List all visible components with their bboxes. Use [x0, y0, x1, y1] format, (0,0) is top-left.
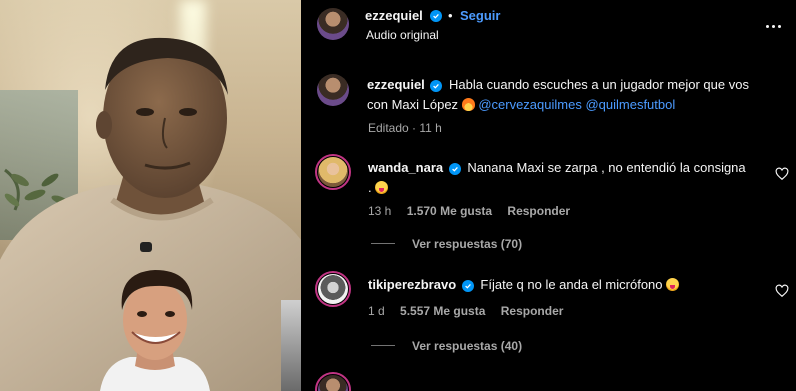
- fire-emoji-icon: [461, 98, 475, 111]
- background-person-edge: [281, 300, 301, 391]
- comment-likes[interactable]: 1.570 Me gusta: [407, 204, 492, 218]
- reply-button[interactable]: Responder: [507, 204, 570, 218]
- comment-text: wanda_nara Nanana Maxi se zarpa , no ent…: [368, 158, 768, 198]
- more-options-icon[interactable]: [763, 16, 783, 36]
- comment-avatar[interactable]: [318, 274, 348, 304]
- caption-text: ezzequiel Habla cuando escuches a un jug…: [367, 75, 787, 115]
- verified-badge-icon: [461, 280, 474, 292]
- comment-meta: 13 h 1.570 Me gusta Responder: [368, 204, 570, 218]
- post-media[interactable]: [0, 0, 301, 391]
- verified-badge-icon: [430, 80, 443, 92]
- replies-line: [371, 243, 395, 244]
- comment-meta: 1 d 5.557 Me gusta Responder: [368, 304, 563, 318]
- audio-label[interactable]: Audio original: [366, 28, 439, 42]
- follow-button[interactable]: Seguir: [460, 8, 500, 23]
- comment-username[interactable]: tikiperezbravo: [368, 277, 456, 292]
- post-panel: ezzequiel • Seguir Audio original ezzequ…: [301, 0, 796, 391]
- caption-meta: Editado · 11 h: [368, 121, 442, 135]
- caption-tag-cervezaquilmes[interactable]: @cervezaquilmes: [478, 97, 582, 112]
- tongue-emoji-icon: [666, 278, 680, 291]
- comment-body-line2: .: [368, 180, 372, 195]
- caption-avatar[interactable]: [317, 74, 349, 106]
- caption-body: Habla cuando escuches a un jugador mejor…: [449, 77, 749, 92]
- comment-time: 1 d: [368, 304, 385, 318]
- verified-badge-icon: [448, 163, 461, 175]
- comment-avatar[interactable]: [318, 157, 348, 187]
- replies-line: [371, 345, 395, 346]
- author-avatar[interactable]: [317, 8, 349, 40]
- comment-body: Fíjate q no le anda el micrófono: [480, 277, 663, 292]
- caption-username[interactable]: ezzequiel: [367, 77, 425, 92]
- heart-icon[interactable]: [775, 167, 789, 181]
- comment-body: Nanana Maxi se zarpa , no entendió la co…: [467, 160, 746, 175]
- comment-username[interactable]: wanda_nara: [368, 160, 443, 175]
- comment-time: 13 h: [368, 204, 392, 218]
- view-replies-button[interactable]: Ver respuestas (40): [412, 339, 522, 353]
- reply-button[interactable]: Responder: [501, 304, 564, 318]
- verified-badge-icon: [430, 10, 442, 22]
- header-dot-separator: •: [448, 8, 453, 23]
- view-replies-button[interactable]: Ver respuestas (70): [412, 237, 522, 251]
- caption-body-line2: con Maxi López: [367, 97, 459, 112]
- comment-text: tikiperezbravo Fíjate q no le anda el mi…: [368, 275, 768, 295]
- author-username[interactable]: ezzequiel: [365, 8, 423, 23]
- tongue-emoji-icon: [375, 181, 389, 194]
- heart-icon[interactable]: [775, 284, 789, 298]
- caption-tag-quilmesfutbol[interactable]: @quilmesfutbol: [585, 97, 675, 112]
- overlay-person-photo: [100, 270, 210, 391]
- comment-likes[interactable]: 5.557 Me gusta: [400, 304, 485, 318]
